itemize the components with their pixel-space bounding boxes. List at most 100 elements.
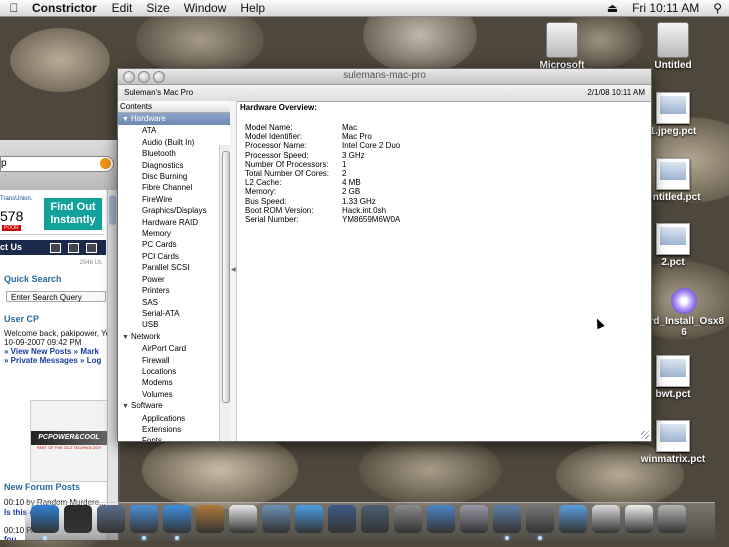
quick-search-input[interactable]: Enter Search Query [6, 291, 106, 302]
overview-key: Number Of Processors: [245, 159, 329, 169]
address-book-icon[interactable] [196, 505, 224, 533]
tree-item[interactable]: AirPort Card [118, 343, 230, 354]
tree-item[interactable]: USB [118, 319, 230, 330]
forum-post-link[interactable]: fou [4, 535, 16, 540]
split-view-divider[interactable]: ◀ [230, 101, 237, 441]
tree-item[interactable]: PCI Cards [118, 251, 230, 262]
tree-item[interactable]: Firewall [118, 355, 230, 366]
system-profiler-icon[interactable] [493, 505, 521, 533]
tree-item[interactable]: Disc Burning [118, 171, 230, 182]
advert-banner[interactable]: TransUnion. 578 POOR Find Out Instantly [0, 194, 104, 235]
menu-window[interactable]: Window [184, 1, 227, 15]
finder-icon[interactable] [31, 505, 59, 533]
overview-key: Model Name: [245, 123, 293, 132]
accounts-icon[interactable] [427, 505, 455, 533]
tree-item[interactable]: Serial-ATA [118, 308, 230, 319]
tree-item[interactable]: Hardware RAID [118, 217, 230, 228]
system-preferences-icon[interactable] [394, 505, 422, 533]
ichat-icon[interactable] [163, 505, 191, 533]
menu-edit[interactable]: Edit [112, 1, 133, 15]
spotlight-icon[interactable]: ⚲ [713, 1, 722, 15]
tree-category[interactable]: ▼ Software [118, 400, 230, 412]
search-field-text: p [1, 158, 7, 169]
desktop-icon-untitled-drive[interactable]: Untitled [633, 22, 713, 71]
browser-search-field[interactable]: p [0, 156, 114, 172]
scroll-thumb[interactable] [109, 195, 116, 225]
tree-item[interactable]: Modems [118, 377, 230, 388]
overview-value: Mac Pro [342, 132, 372, 142]
tree-label: Fonts [142, 436, 163, 441]
overview-row: Serial Number: YM8659M6W0A [245, 215, 400, 224]
navbar-contact-link[interactable]: ct Us [0, 242, 22, 252]
overview-key: Processor Speed: [245, 150, 309, 160]
tree-item[interactable]: Fonts [118, 435, 230, 441]
dashboard-icon[interactable] [64, 505, 92, 533]
overview-value: Mac [342, 123, 358, 132]
menu-help[interactable]: Help [240, 1, 265, 15]
overview-value: 2 [342, 169, 347, 179]
spaces-icon[interactable] [328, 505, 356, 533]
tree-item[interactable]: Parallel SCSI [118, 262, 230, 273]
window-titlebar[interactable]: sulemans-mac-pro [118, 69, 651, 85]
contents-scrollbar[interactable] [219, 145, 230, 441]
tree-item[interactable]: Audio (Built In) [118, 137, 230, 148]
safari-icon[interactable] [130, 505, 158, 533]
private-messages-link[interactable]: » Private Messages » Log [4, 356, 101, 365]
picture-file-icon [656, 420, 690, 452]
tree-item[interactable]: Fibre Channel [118, 182, 230, 193]
tree-category[interactable]: ▼ Network [118, 331, 230, 343]
desktop-icon-installer[interactable]: ard_Install_Osx8 6 [639, 288, 729, 338]
trash-icon[interactable] [658, 505, 686, 533]
view-icon[interactable] [68, 243, 79, 253]
tree-item[interactable]: Graphics/Displays [118, 205, 230, 216]
iphoto-icon[interactable] [262, 505, 290, 533]
tree-item[interactable]: Memory [118, 228, 230, 239]
tree-label: USB [142, 320, 159, 330]
disclosure-triangle-icon[interactable]: ▼ [122, 114, 131, 125]
tree-item[interactable]: Extensions [118, 424, 230, 435]
disclosure-triangle-icon[interactable]: ▼ [122, 401, 131, 412]
contents-header[interactable]: Contents [118, 101, 230, 113]
browser-window[interactable]: p TransUnion. 578 POOR Find Out Instantl… [0, 140, 120, 540]
tree-item[interactable]: Bluetooth [118, 148, 230, 159]
tree-item[interactable]: FireWire [118, 194, 230, 205]
overview-row: Model Identifier: Mac Pro [245, 132, 400, 141]
apple-menu-icon[interactable]:  [0, 1, 28, 15]
tree-item[interactable]: Applications [118, 413, 230, 424]
applications-folder-icon[interactable] [559, 505, 587, 533]
menubar-clock[interactable]: Fri 10:11 AM [632, 1, 699, 15]
overview-key: Serial Number: [245, 215, 299, 225]
itunes-icon[interactable] [295, 505, 323, 533]
menu-size[interactable]: Size [146, 1, 169, 15]
go-icon[interactable] [100, 158, 111, 169]
resize-grip-icon[interactable] [641, 431, 649, 439]
view-icon[interactable] [50, 243, 61, 253]
tree-label: SAS [142, 297, 159, 307]
view-new-posts-link[interactable]: » View New Posts » Mark [4, 347, 99, 356]
tree-item[interactable]: Locations [118, 366, 230, 377]
tree-item[interactable]: Power [118, 274, 230, 285]
app-menu[interactable]: Constrictor [32, 1, 97, 15]
ad-cta-button[interactable]: Find Out Instantly [44, 198, 102, 230]
sponsor-banner[interactable]: PCPOWER&COOL PART OF THE OCZ TECHNOLOGY [30, 400, 108, 482]
utilities-icon[interactable] [460, 505, 488, 533]
tree-item[interactable]: Diagnostics [118, 160, 230, 171]
eject-icon[interactable]: ⏏ [607, 1, 618, 15]
tree-item[interactable]: ATA [118, 125, 230, 136]
scroll-thumb[interactable] [222, 151, 230, 403]
tree-category[interactable]: ▼ Hardware [118, 113, 230, 126]
tree-item[interactable]: SAS [118, 297, 230, 308]
disclosure-triangle-icon[interactable]: ▼ [122, 332, 131, 343]
tree-item[interactable]: PC Cards [118, 239, 230, 250]
view-icon[interactable] [86, 243, 97, 253]
documents-icon[interactable] [592, 505, 620, 533]
report-date: 2/1/08 10:11 AM [587, 88, 645, 97]
tree-item[interactable]: Volumes [118, 389, 230, 400]
pdf-document-icon[interactable] [625, 505, 653, 533]
system-profiler-window[interactable]: sulemans-mac-pro Suleman's Mac Pro 2/1/0… [117, 68, 652, 442]
time-machine-icon[interactable] [361, 505, 389, 533]
ical-icon[interactable] [229, 505, 257, 533]
usb-icon[interactable] [526, 505, 554, 533]
tree-item[interactable]: Printers [118, 285, 230, 296]
photo-utility-icon[interactable] [97, 505, 125, 533]
